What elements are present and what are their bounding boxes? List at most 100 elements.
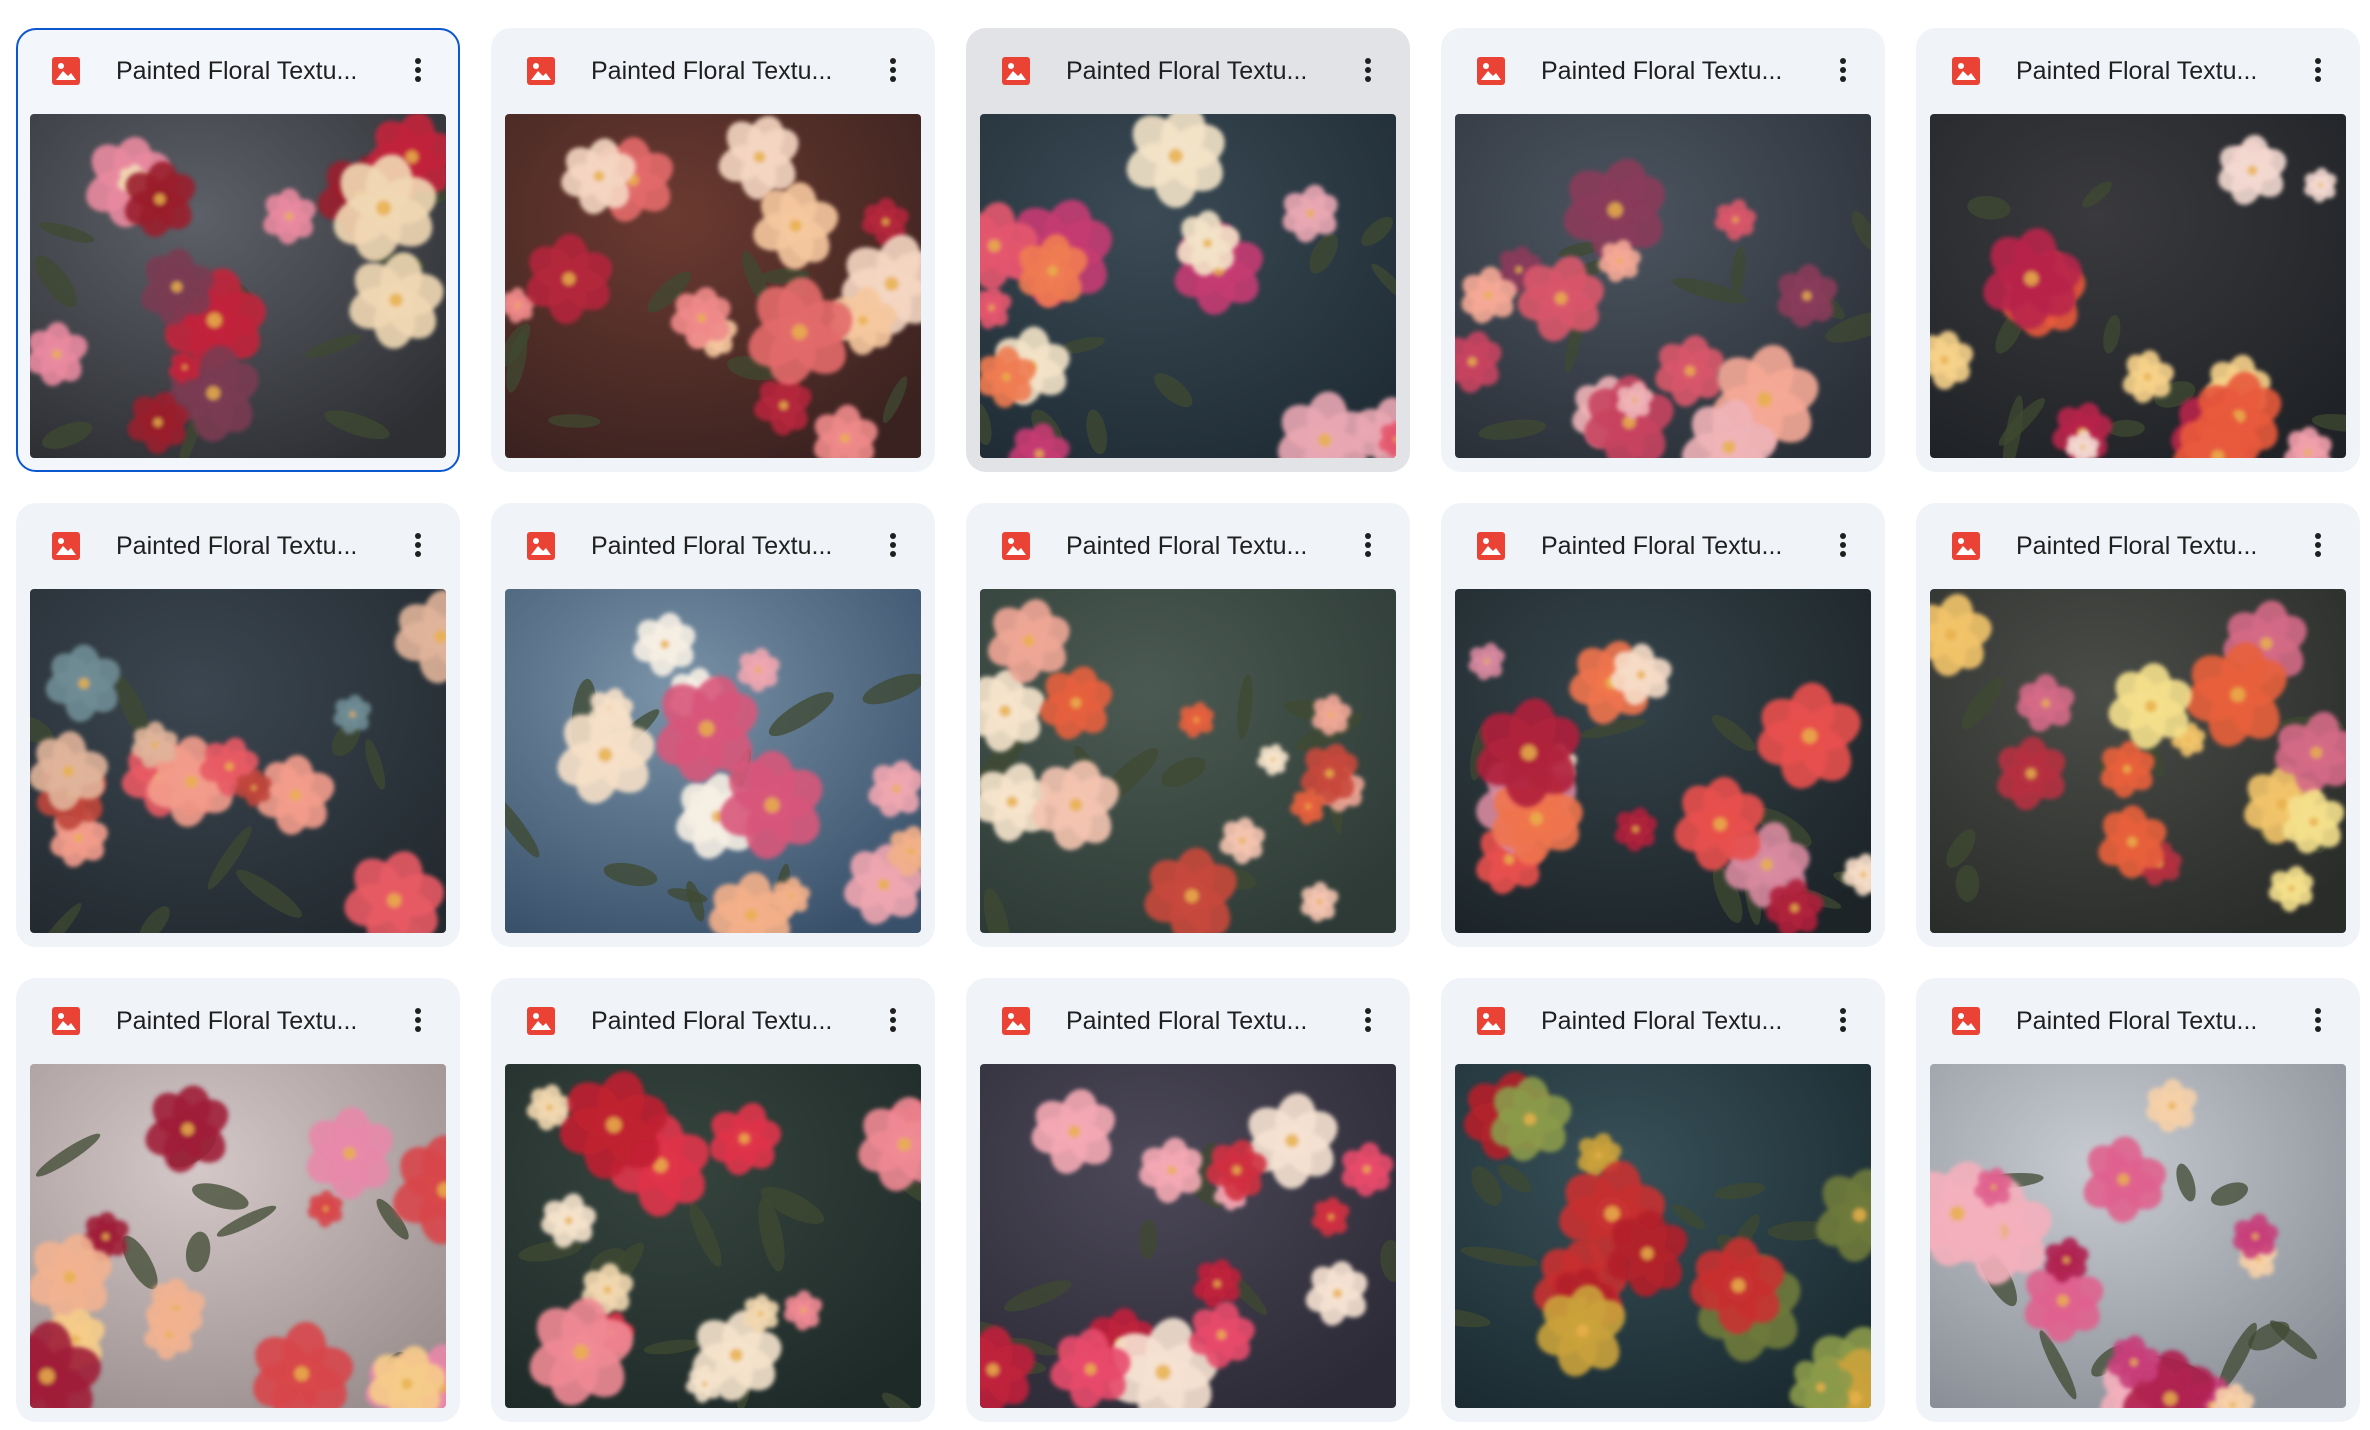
file-thumbnail[interactable]	[980, 114, 1396, 458]
file-card-header: Painted Floral Textu...	[491, 28, 935, 114]
file-card[interactable]: Painted Floral Textu...	[491, 503, 935, 947]
floral-painting-image	[1455, 114, 1871, 458]
file-card[interactable]: Painted Floral Textu...	[16, 503, 460, 947]
file-card-header: Painted Floral Textu...	[1916, 978, 2360, 1064]
file-card-header: Painted Floral Textu...	[1916, 28, 2360, 114]
file-card-header: Painted Floral Textu...	[966, 978, 1410, 1064]
file-card-header: Painted Floral Textu...	[16, 978, 460, 1064]
file-name: Painted Floral Textu...	[1541, 1007, 1783, 1035]
image-file-icon	[1002, 1007, 1030, 1035]
more-actions-icon[interactable]	[2298, 50, 2338, 90]
floral-painting-image	[30, 1064, 446, 1408]
image-file-icon	[1477, 532, 1505, 560]
image-file-icon	[52, 1007, 80, 1035]
file-card-header: Painted Floral Textu...	[16, 503, 460, 589]
file-card[interactable]: Painted Floral Textu...	[1916, 503, 2360, 947]
more-actions-icon[interactable]	[2298, 525, 2338, 565]
file-name: Painted Floral Textu...	[1066, 1007, 1308, 1035]
file-card[interactable]: Painted Floral Textu...	[491, 978, 935, 1422]
image-file-icon	[1952, 532, 1980, 560]
file-thumbnail[interactable]	[505, 114, 921, 458]
file-card[interactable]: Painted Floral Textu...	[966, 978, 1410, 1422]
image-file-icon	[1952, 1007, 1980, 1035]
file-thumbnail[interactable]	[30, 1064, 446, 1408]
file-name: Painted Floral Textu...	[591, 1007, 833, 1035]
floral-painting-image	[1930, 1064, 2346, 1408]
more-actions-icon[interactable]	[873, 525, 913, 565]
file-thumbnail[interactable]	[980, 589, 1396, 933]
file-thumbnail[interactable]	[1930, 1064, 2346, 1408]
file-thumbnail[interactable]	[505, 589, 921, 933]
file-name: Painted Floral Textu...	[591, 57, 833, 85]
floral-painting-image	[1455, 1064, 1871, 1408]
file-card[interactable]: Painted Floral Textu...	[1916, 28, 2360, 472]
file-card[interactable]: Painted Floral Textu...	[1441, 978, 1885, 1422]
file-thumbnail[interactable]	[30, 589, 446, 933]
image-file-icon	[1002, 57, 1030, 85]
file-name: Painted Floral Textu...	[2016, 57, 2258, 85]
file-card[interactable]: Painted Floral Textu...	[16, 978, 460, 1422]
file-name: Painted Floral Textu...	[116, 532, 358, 560]
more-actions-icon[interactable]	[1823, 525, 1863, 565]
image-file-icon	[527, 57, 555, 85]
floral-painting-image	[505, 1064, 921, 1408]
floral-painting-image	[1930, 114, 2346, 458]
file-card[interactable]: Painted Floral Textu...	[1916, 978, 2360, 1422]
image-file-icon	[527, 1007, 555, 1035]
floral-painting-image	[980, 1064, 1396, 1408]
file-card[interactable]: Painted Floral Textu...	[1441, 503, 1885, 947]
file-card-header: Painted Floral Textu...	[1441, 28, 1885, 114]
more-actions-icon[interactable]	[398, 50, 438, 90]
file-thumbnail[interactable]	[30, 114, 446, 458]
file-card-header: Painted Floral Textu...	[1441, 503, 1885, 589]
image-file-icon	[527, 532, 555, 560]
floral-painting-image	[1930, 589, 2346, 933]
more-actions-icon[interactable]	[1348, 50, 1388, 90]
file-thumbnail[interactable]	[1455, 1064, 1871, 1408]
floral-painting-image	[1455, 589, 1871, 933]
file-card[interactable]: Painted Floral Textu...	[966, 503, 1410, 947]
file-name: Painted Floral Textu...	[116, 57, 358, 85]
file-card-header: Painted Floral Textu...	[491, 503, 935, 589]
file-card-header: Painted Floral Textu...	[1441, 978, 1885, 1064]
file-card-header: Painted Floral Textu...	[966, 28, 1410, 114]
image-file-icon	[1477, 57, 1505, 85]
more-actions-icon[interactable]	[1348, 525, 1388, 565]
file-thumbnail[interactable]	[980, 1064, 1396, 1408]
file-thumbnail[interactable]	[1930, 589, 2346, 933]
file-name: Painted Floral Textu...	[1066, 532, 1308, 560]
file-card[interactable]: Painted Floral Textu...	[491, 28, 935, 472]
more-actions-icon[interactable]	[1823, 50, 1863, 90]
more-actions-icon[interactable]	[2298, 1000, 2338, 1040]
floral-painting-image	[30, 589, 446, 933]
floral-painting-image	[980, 589, 1396, 933]
file-name: Painted Floral Textu...	[591, 532, 833, 560]
file-name: Painted Floral Textu...	[2016, 532, 2258, 560]
file-name: Painted Floral Textu...	[116, 1007, 358, 1035]
file-card-header: Painted Floral Textu...	[18, 30, 458, 116]
floral-painting-image	[505, 589, 921, 933]
more-actions-icon[interactable]	[1348, 1000, 1388, 1040]
file-card[interactable]: Painted Floral Textu...	[1441, 28, 1885, 472]
file-card-header: Painted Floral Textu...	[491, 978, 935, 1064]
more-actions-icon[interactable]	[1823, 1000, 1863, 1040]
file-card[interactable]: Painted Floral Textu...	[16, 28, 460, 472]
image-file-icon	[1002, 532, 1030, 560]
file-thumbnail[interactable]	[1455, 114, 1871, 458]
image-file-icon	[1477, 1007, 1505, 1035]
file-card-header: Painted Floral Textu...	[1916, 503, 2360, 589]
more-actions-icon[interactable]	[873, 1000, 913, 1040]
file-thumbnail[interactable]	[1455, 589, 1871, 933]
floral-painting-image	[505, 114, 921, 458]
file-card[interactable]: Painted Floral Textu...	[966, 28, 1410, 472]
file-thumbnail[interactable]	[1930, 114, 2346, 458]
image-file-icon	[1952, 57, 1980, 85]
floral-painting-image	[30, 114, 446, 458]
image-file-icon	[52, 532, 80, 560]
file-name: Painted Floral Textu...	[2016, 1007, 2258, 1035]
file-thumbnail[interactable]	[505, 1064, 921, 1408]
more-actions-icon[interactable]	[398, 525, 438, 565]
more-actions-icon[interactable]	[398, 1000, 438, 1040]
file-grid: Painted Floral Textu... Painted Floral Te…	[0, 0, 2370, 1430]
more-actions-icon[interactable]	[873, 50, 913, 90]
